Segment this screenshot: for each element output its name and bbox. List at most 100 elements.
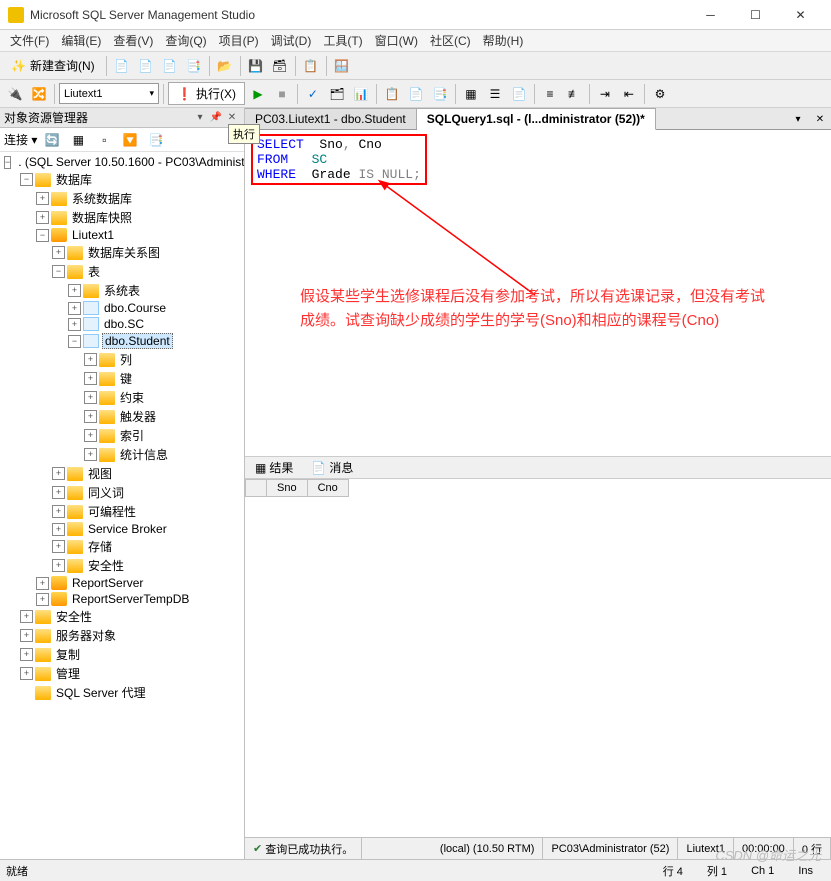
outdent-button[interactable]: ⇤ [618,83,640,105]
top-security-node[interactable]: 安全性 [54,608,94,625]
menu-view[interactable]: 查看(V) [107,30,159,51]
expand-icon[interactable]: + [52,467,65,480]
expand-icon[interactable]: + [84,448,97,461]
replication-node[interactable]: 复制 [54,646,82,663]
expand-icon[interactable]: + [84,429,97,442]
tb-btn-1[interactable]: 📄 [111,55,133,77]
keys-node[interactable]: 键 [118,370,134,387]
programmability-node[interactable]: 可编程性 [86,503,138,520]
table-student-node[interactable]: dbo.Student [102,333,173,349]
tb-sql-5[interactable]: 📑 [429,83,451,105]
system-tables-node[interactable]: 系统表 [102,282,142,299]
views-node[interactable]: 视图 [86,465,114,482]
save-button[interactable]: 💾 [245,55,267,77]
table-sc-node[interactable]: dbo.SC [102,317,146,331]
service-broker-node[interactable]: Service Broker [86,522,169,536]
expand-icon[interactable]: + [52,540,65,553]
server-objects-node[interactable]: 服务器对象 [54,627,118,644]
diagrams-node[interactable]: 数据库关系图 [86,244,162,261]
open-button[interactable]: 📂 [214,55,236,77]
tb-sql-3[interactable]: 📋 [381,83,403,105]
menu-community[interactable]: 社区(C) [424,30,477,51]
management-node[interactable]: 管理 [54,665,82,682]
expand-icon[interactable]: + [36,211,49,224]
filter2-icon[interactable]: 🔽 [119,129,141,151]
execute-button[interactable]: ❗ 执行(X) [168,82,245,105]
results-grid-button[interactable]: ▦ [460,83,482,105]
storage-node[interactable]: 存储 [86,538,114,555]
pin-icon[interactable]: 📌 [208,110,224,126]
tb-sql-12[interactable]: ⚙ [649,83,671,105]
menu-help[interactable]: 帮助(H) [477,30,530,51]
refresh-icon[interactable]: 🔄 [41,129,63,151]
tb-btn-4[interactable]: 📑 [183,55,205,77]
agent-node[interactable]: SQL Server 代理 [54,684,148,701]
tab-sqlquery[interactable]: SQLQuery1.sql - (l...dministrator (52))* [417,108,656,130]
indent-button[interactable]: ⇥ [594,83,616,105]
report-server-temp-node[interactable]: ReportServerTempDB [70,592,191,606]
tb-btn-2[interactable]: 📄 [135,55,157,77]
expand-icon[interactable]: + [84,353,97,366]
columns-node[interactable]: 列 [118,351,134,368]
expand-icon[interactable]: + [84,372,97,385]
server-node[interactable]: . (SQL Server 10.50.1600 - PC03\Administ… [16,155,244,169]
collapse-icon[interactable]: − [36,229,49,242]
expand-icon[interactable]: + [36,577,49,590]
tb-btn-10[interactable]: 🪟 [331,55,353,77]
constraints-node[interactable]: 约束 [118,389,146,406]
expand-icon[interactable]: + [20,610,33,623]
system-db-node[interactable]: 系统数据库 [70,190,134,207]
results-text-button[interactable]: ☰ [484,83,506,105]
expand-icon[interactable]: + [52,523,65,536]
expand-icon[interactable]: + [20,648,33,661]
collapse-icon[interactable]: − [68,335,81,348]
tb-sql-4[interactable]: 📄 [405,83,427,105]
expand-icon[interactable]: + [20,629,33,642]
tab-student[interactable]: PC03.Liutext1 - dbo.Student [245,108,417,129]
tb-sql-2[interactable]: 📊 [350,83,372,105]
stats-node[interactable]: 统计信息 [118,446,170,463]
collapse-icon[interactable]: − [4,156,11,169]
collapse-icon[interactable]: − [20,173,33,186]
expand-icon[interactable]: + [84,391,97,404]
filter-icon[interactable]: ▦ [67,129,89,151]
connect-label[interactable]: 连接 ▾ [4,131,37,148]
results-tab[interactable]: ▦结果 [249,457,299,478]
prop-icon[interactable]: 📑 [145,129,167,151]
menu-query[interactable]: 查询(Q) [159,30,212,51]
maximize-button[interactable]: ☐ [733,1,778,29]
menu-edit[interactable]: 编辑(E) [55,30,107,51]
menu-window[interactable]: 窗口(W) [369,30,424,51]
expand-icon[interactable]: + [52,559,65,572]
collapse-icon[interactable]: − [52,265,65,278]
tb-btn-3[interactable]: 📄 [159,55,181,77]
expand-icon[interactable]: + [84,410,97,423]
expand-icon[interactable]: + [68,284,81,297]
save-all-button[interactable]: 🗃 [269,55,291,77]
expand-icon[interactable]: + [20,667,33,680]
stop-button[interactable]: ■ [271,83,293,105]
results-file-button[interactable]: 📄 [508,83,530,105]
tb-sql-1[interactable]: 🗂 [326,83,348,105]
connect-icon[interactable]: 🔌 [4,83,26,105]
tree[interactable]: −. (SQL Server 10.50.1600 - PC03\Adminis… [0,152,244,859]
expand-icon[interactable]: + [36,192,49,205]
sql-editor[interactable]: SELECT Sno, Cno FROM SC WHERE Grade IS N… [245,130,831,457]
indexes-node[interactable]: 索引 [118,427,146,444]
dropdown-icon[interactable]: ▾ [192,110,208,126]
parse-button[interactable]: ✓ [302,83,324,105]
security-node[interactable]: 安全性 [86,557,126,574]
change-conn-icon[interactable]: 🔀 [28,83,50,105]
db-snapshot-node[interactable]: 数据库快照 [70,209,134,226]
table-course-node[interactable]: dbo.Course [102,301,168,315]
report-server-node[interactable]: ReportServer [70,576,145,590]
expand-icon[interactable]: + [68,318,81,331]
results-grid[interactable]: Sno Cno [245,479,831,837]
expand-icon[interactable]: + [52,486,65,499]
col-header-sno[interactable]: Sno [267,480,308,497]
stop-conn-icon[interactable]: ▫ [93,129,115,151]
menu-file[interactable]: 文件(F) [4,30,55,51]
expand-icon[interactable]: + [52,505,65,518]
col-header-cno[interactable]: Cno [307,480,348,497]
menu-debug[interactable]: 调试(D) [265,30,318,51]
